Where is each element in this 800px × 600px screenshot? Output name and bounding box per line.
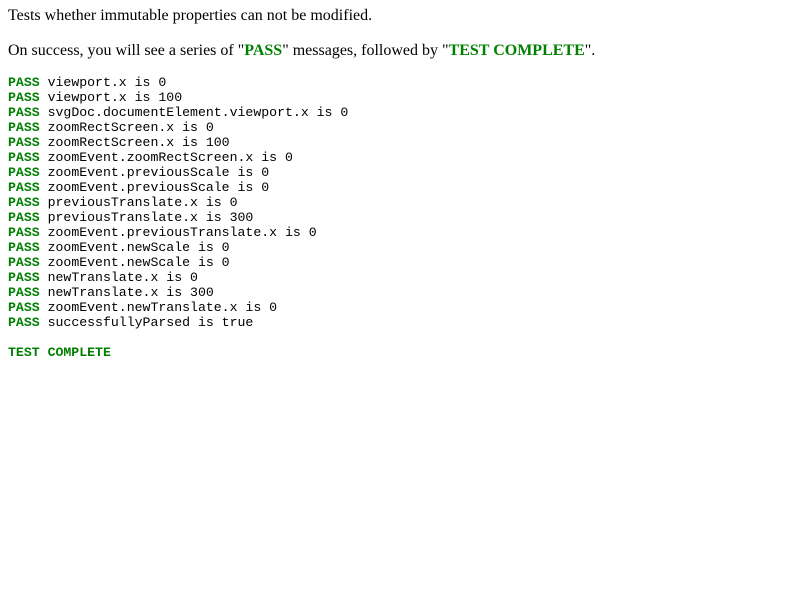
console-result-line: PASS zoomEvent.previousTranslate.x is 0	[8, 225, 788, 240]
result-message: svgDoc.documentElement.viewport.x is 0	[47, 105, 349, 120]
console-spacer	[8, 330, 788, 345]
pass-label: PASS	[8, 195, 40, 210]
instructions-complete-keyword: TEST COMPLETE	[448, 42, 585, 59]
test-description: Tests whether immutable properties can n…	[8, 6, 788, 26]
pass-label: PASS	[8, 255, 40, 270]
result-message: successfullyParsed is true	[47, 315, 254, 330]
pass-label: PASS	[8, 180, 40, 195]
result-message: zoomRectScreen.x is 100	[47, 135, 230, 150]
console-result-line: PASS zoomEvent.newTranslate.x is 0	[8, 300, 788, 315]
console-result-line: PASS zoomEvent.zoomRectScreen.x is 0	[8, 150, 788, 165]
console-result-line: PASS zoomEvent.newScale is 0	[8, 255, 788, 270]
console-result-line: PASS zoomRectScreen.x is 0	[8, 120, 788, 135]
instructions-middle: " messages, followed by "	[282, 42, 449, 59]
result-message: zoomEvent.newTranslate.x is 0	[47, 300, 278, 315]
pass-label: PASS	[8, 165, 40, 180]
pass-label: PASS	[8, 210, 40, 225]
result-message: viewport.x is 0	[47, 75, 167, 90]
result-message: previousTranslate.x is 300	[47, 210, 254, 225]
console-result-line: PASS zoomEvent.newScale is 0	[8, 240, 788, 255]
result-message: zoomEvent.newScale is 0	[47, 255, 230, 270]
result-message: zoomEvent.previousScale is 0	[47, 180, 270, 195]
console-result-line: PASS zoomRectScreen.x is 100	[8, 135, 788, 150]
instructions-suffix: ".	[584, 42, 596, 59]
instructions-prefix: On success, you will see a series of "	[8, 42, 245, 59]
result-message: viewport.x is 100	[47, 90, 183, 105]
console-result-line: PASS previousTranslate.x is 300	[8, 210, 788, 225]
pass-label: PASS	[8, 315, 40, 330]
console-result-line: PASS newTranslate.x is 0	[8, 270, 788, 285]
success-instructions: On success, you will see a series of "PA…	[8, 41, 788, 61]
result-message: zoomRectScreen.x is 0	[47, 120, 214, 135]
console-result-line: PASS zoomEvent.previousScale is 0	[8, 180, 788, 195]
console-output: PASS viewport.x is 0 PASS viewport.x is 1…	[8, 75, 788, 360]
pass-label: PASS	[8, 285, 40, 300]
console-result-line: PASS zoomEvent.previousScale is 0	[8, 165, 788, 180]
pass-label: PASS	[8, 300, 40, 315]
pass-label: PASS	[8, 150, 40, 165]
test-complete-label: TEST COMPLETE	[8, 345, 111, 360]
description-text: Tests whether immutable properties can n…	[8, 7, 373, 24]
result-message: zoomEvent.newScale is 0	[47, 240, 230, 255]
console-result-line: PASS successfullyParsed is true	[8, 315, 788, 330]
result-message: newTranslate.x is 0	[47, 270, 198, 285]
result-message: newTranslate.x is 300	[47, 285, 214, 300]
pass-label: PASS	[8, 120, 40, 135]
pass-label: PASS	[8, 135, 40, 150]
console-result-line: PASS newTranslate.x is 300	[8, 285, 788, 300]
result-message: previousTranslate.x is 0	[47, 195, 238, 210]
pass-label: PASS	[8, 90, 40, 105]
console-result-line: PASS previousTranslate.x is 0	[8, 195, 788, 210]
test-page: Tests whether immutable properties can n…	[8, 6, 788, 360]
pass-label: PASS	[8, 225, 40, 240]
result-message: zoomEvent.zoomRectScreen.x is 0	[47, 150, 293, 165]
pass-label: PASS	[8, 240, 40, 255]
pass-label: PASS	[8, 105, 40, 120]
console-result-line: PASS viewport.x is 0	[8, 75, 788, 90]
console-result-line: PASS viewport.x is 100	[8, 90, 788, 105]
instructions-pass-keyword: PASS	[244, 42, 283, 59]
result-message: zoomEvent.previousScale is 0	[47, 165, 270, 180]
console-result-line: PASS svgDoc.documentElement.viewport.x i…	[8, 105, 788, 120]
pass-label: PASS	[8, 75, 40, 90]
result-message: zoomEvent.previousTranslate.x is 0	[47, 225, 317, 240]
pass-label: PASS	[8, 270, 40, 285]
